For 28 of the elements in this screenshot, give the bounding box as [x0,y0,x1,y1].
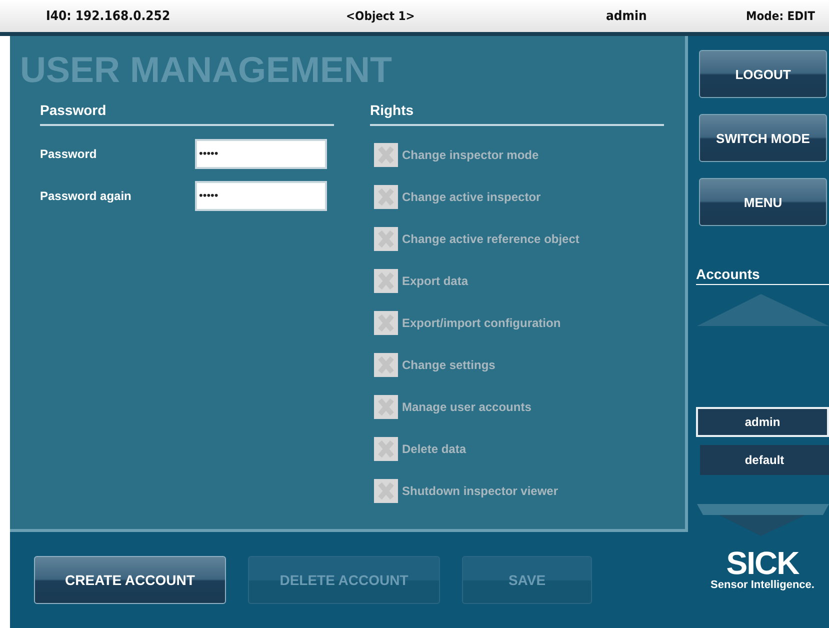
right-label: Export/import configuration [402,316,561,330]
right-label: Export data [402,274,468,288]
object-name: <Object 1> [346,9,416,23]
right-label: Delete data [402,442,466,456]
accounts-heading: Accounts [696,266,829,285]
right-label: Change active reference object [402,232,580,246]
nav-button[interactable]: MENU [699,178,827,226]
right-label: Shutdown inspector viewer [402,484,558,498]
brand-logo: SICK [726,547,799,579]
right-label: Manage user accounts [402,400,532,414]
section-heading: Rights [370,102,415,120]
right-label: Change active inspector [402,190,541,204]
device-address: I40: 192.168.0.252 [46,8,172,24]
nav-button[interactable]: SWITCH MODE [699,114,827,162]
account-item[interactable]: admin [696,407,829,437]
action-button[interactable]: CREATE ACCOUNT [34,556,226,604]
section-heading: Password [40,102,108,120]
brand-tagline: Sensor Intelligence. [710,579,814,591]
mode-label: Mode: EDIT [746,9,816,23]
nav-button[interactable]: LOGOUT [699,50,827,98]
password-field[interactable]: ••••• [195,181,327,211]
field-label: Password [40,147,98,161]
right-label: Change settings [402,358,496,372]
field-label: Password again [40,189,132,203]
right-label: Change inspector mode [402,148,539,162]
password-field[interactable]: ••••• [195,139,327,169]
user-name: admin [606,8,648,24]
account-item[interactable]: default [700,445,829,475]
